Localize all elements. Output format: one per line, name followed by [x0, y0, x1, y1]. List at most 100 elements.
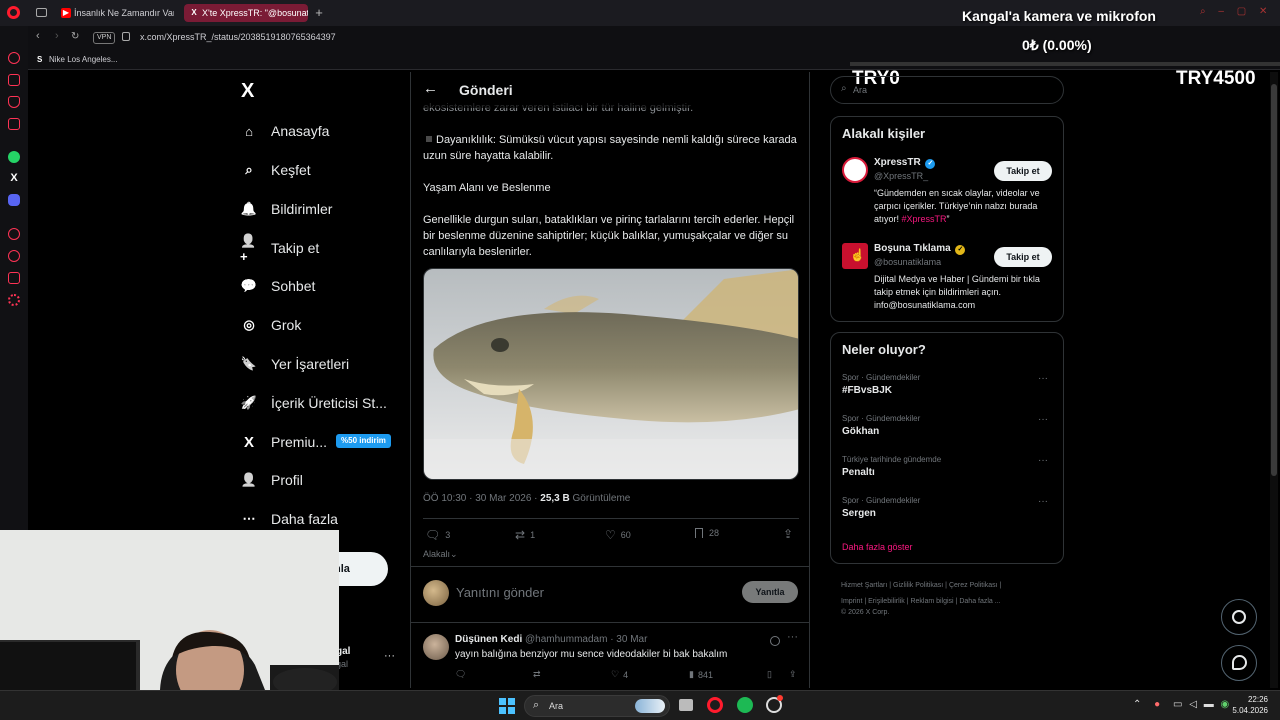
grok-float-button[interactable]	[1221, 599, 1257, 635]
reply-submit-button[interactable]: Yanıtla	[742, 581, 798, 603]
tray-chevron-icon[interactable]: ⌃	[1133, 699, 1141, 710]
bookmark-action[interactable]: 28	[695, 528, 719, 538]
aria-icon[interactable]	[8, 74, 20, 86]
avatar[interactable]	[842, 157, 868, 183]
footer-link[interactable]: Hizmet Şartları	[841, 582, 887, 589]
nav-item-search[interactable]: ⌕ Keşfet	[240, 155, 310, 185]
task-view-icon[interactable]	[679, 699, 693, 711]
scrollbar-thumb[interactable]	[1271, 84, 1277, 476]
more-icon[interactable]: ···	[1038, 373, 1048, 384]
reply-like-action[interactable]: ♡ 4	[611, 669, 628, 680]
pinboard-icon[interactable]	[8, 272, 20, 284]
whatsapp-icon[interactable]	[8, 151, 20, 163]
back-arrow-icon[interactable]: ←	[423, 80, 438, 97]
history-icon[interactable]	[8, 250, 20, 262]
reply-share-action[interactable]: ⇪	[789, 669, 797, 680]
nav-item-bell[interactable]: 🔔 Bildirimler	[240, 194, 333, 224]
back-icon[interactable]: ‹	[36, 30, 40, 42]
player-icon[interactable]	[8, 228, 20, 240]
reply-author[interactable]: Düşünen Kedi	[455, 634, 522, 645]
post-image[interactable]	[423, 268, 799, 480]
reply-input[interactable]: Yanıtını gönder	[456, 585, 544, 600]
more-icon[interactable]: ···	[1038, 496, 1048, 507]
nav-item-rocket[interactable]: 🚀 İçerik Üreticisi St...	[240, 388, 387, 418]
discord-icon[interactable]	[8, 194, 20, 206]
trend-item[interactable]: Spor · Gündemdekiler Sergen ···	[842, 496, 1054, 519]
network-icon[interactable]: ▭	[1173, 699, 1182, 710]
follow-button[interactable]: Takip et	[994, 247, 1052, 267]
new-tab-button[interactable]: +	[312, 4, 326, 22]
news-icon[interactable]	[8, 118, 20, 130]
reply-bookmark-action[interactable]: ▯	[767, 669, 772, 680]
avatar[interactable]: ☝	[842, 243, 868, 269]
person-name[interactable]: Boşuna Tıklama ✓	[874, 243, 966, 255]
trend-item[interactable]: Spor · Gündemdekiler Gökhan ···	[842, 414, 1054, 437]
tab-list-icon[interactable]	[36, 8, 47, 17]
opera-logo-icon[interactable]	[7, 6, 20, 19]
url-field[interactable]: x.com/XpressTR_/status/20385191807653643…	[140, 32, 336, 42]
search-box[interactable]: ⌕ Ara	[830, 76, 1064, 104]
footer-link[interactable]: Erişilebilirlik	[868, 598, 905, 605]
avatar[interactable]	[423, 634, 449, 660]
more-icon[interactable]: ···	[1038, 455, 1048, 466]
tab-youtube[interactable]: ▶ İnsanlık Ne Zamandır Var?	[56, 4, 174, 22]
trend-item[interactable]: Spor · Gündemdekiler #FBvsBJK ···	[842, 373, 1054, 396]
account-switcher[interactable]: gal gal ···	[336, 646, 402, 674]
trend-item[interactable]: Türkiye tarihinde gündemde Penaltı ···	[842, 455, 1054, 478]
opera-taskbar-icon[interactable]	[707, 697, 723, 713]
repost-action[interactable]: ⇄ 1	[515, 528, 535, 542]
post-time[interactable]: ÖÖ 10:30 · 30 Mar 2026 ·	[423, 493, 540, 504]
follow-button[interactable]: Takip et	[994, 161, 1052, 181]
speed-dial-icon[interactable]	[8, 52, 20, 64]
share-action[interactable]: ⇪	[783, 527, 793, 541]
tray-app-icon[interactable]: ◉	[1221, 699, 1230, 710]
settings-icon[interactable]	[8, 294, 20, 306]
reply-reply-action[interactable]: 🗨	[455, 669, 466, 680]
spotify-icon[interactable]	[737, 697, 753, 713]
tab-x-post[interactable]: X X'te XpressTR: "@bosunat	[184, 4, 308, 22]
reply-item[interactable]: Düşünen Kedi @hamhummadam · 30 Mar ··· y…	[411, 624, 809, 688]
nav-item-grok[interactable]: ◎ Grok	[240, 310, 301, 340]
volume-icon[interactable]: ◁	[1189, 699, 1197, 710]
close-icon[interactable]: ✕	[1259, 6, 1267, 17]
footer-link[interactable]: Reklam bilgisi	[910, 598, 953, 605]
taskbar-search[interactable]: ⌕ Ara	[524, 695, 670, 717]
nav-item-person[interactable]: 👤 Profil	[240, 465, 303, 495]
like-action[interactable]: ♡ 60	[605, 528, 631, 542]
bookmark-item[interactable]: Nike Los Angeles...	[49, 55, 117, 64]
vpn-badge[interactable]: VPN	[93, 32, 116, 44]
reload-icon[interactable]: ↻	[71, 31, 79, 42]
reply-views-action[interactable]: ▮ 841	[689, 669, 713, 680]
battery-icon[interactable]: ▬	[1204, 699, 1214, 710]
divider	[411, 566, 809, 567]
footer-link[interactable]: Imprint	[841, 598, 862, 605]
maximize-icon[interactable]: ▢	[1237, 6, 1246, 17]
footer-link[interactable]: Çerez Politikası	[949, 582, 998, 589]
reply-action[interactable]: 🗨 3	[425, 528, 450, 542]
grok-icon[interactable]	[770, 636, 780, 646]
shield-icon[interactable]	[8, 96, 20, 108]
more-icon[interactable]: ···	[787, 631, 798, 643]
more-icon[interactable]: ···	[1038, 414, 1048, 425]
messages-float-button[interactable]	[1221, 645, 1257, 681]
sort-dropdown[interactable]: Alakalı⌄	[423, 549, 458, 560]
x-logo-icon[interactable]: X	[241, 80, 254, 103]
nav-item-x-logo[interactable]: X Premiu...	[240, 427, 327, 457]
minimize-icon[interactable]: –	[1218, 6, 1224, 17]
footer-link[interactable]: Gizlilik Politikası	[893, 582, 943, 589]
nav-item-chat[interactable]: 💬 Sohbet	[240, 271, 315, 301]
taskbar-clock[interactable]: 22:26 5.04.2026	[1232, 694, 1268, 716]
forward-icon[interactable]: ›	[55, 30, 59, 42]
search-icon[interactable]: ⌕	[1200, 6, 1206, 17]
nav-item-follow[interactable]: 👤+ Takip et	[240, 233, 319, 264]
microphone-icon[interactable]: ●	[1154, 699, 1160, 710]
bio-hashtag[interactable]: #XpressTR	[902, 214, 947, 224]
x-sidebar-icon[interactable]: X	[8, 172, 20, 184]
windows-start-icon[interactable]	[499, 698, 515, 714]
nav-item-bookmark[interactable]: 🔖 Yer İşaretleri	[240, 349, 349, 379]
reply-repost-action[interactable]: ⇄	[533, 669, 541, 680]
nav-item-home[interactable]: ⌂ Anasayfa	[240, 116, 329, 146]
show-more-link[interactable]: Daha fazla göster	[842, 542, 913, 552]
footer-link[interactable]: Daha fazla ...	[959, 598, 1000, 605]
person-name[interactable]: XpressTR ✓	[874, 157, 936, 169]
